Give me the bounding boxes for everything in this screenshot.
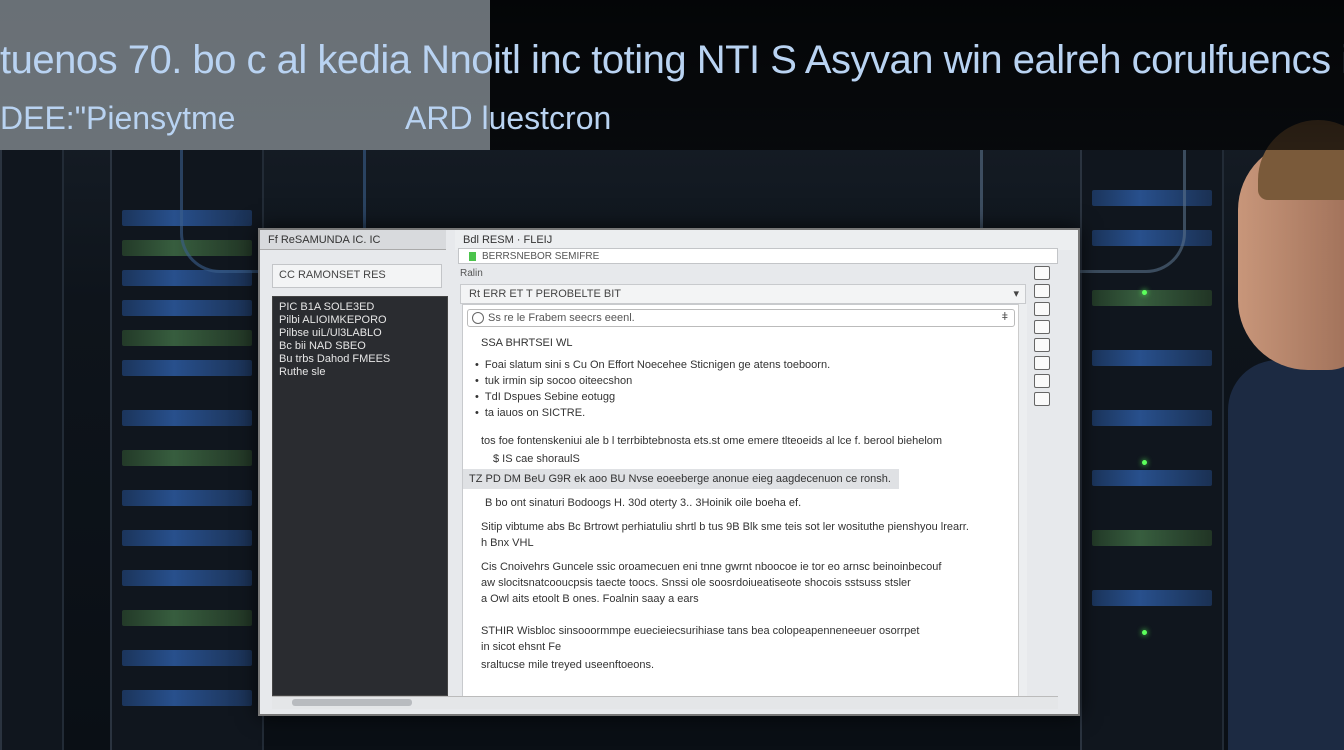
status-icon (469, 251, 476, 261)
chevron-down-icon[interactable]: ▾ (1013, 287, 1019, 300)
file-tree-panel: PIC B1A SOLE3ED Pilbi ALIOIMKEPORO Pilbs… (272, 296, 448, 696)
horizontal-scrollbar[interactable] (272, 696, 1058, 709)
server-rack (0, 150, 64, 750)
address-bar[interactable]: BERRSNEBOR SEMIFRE (458, 248, 1058, 264)
tree-item[interactable]: Pilbi ALIOIMKEPORO (279, 314, 447, 326)
doc-paragraph: tos foe fontenskeniui ale b l terrbibteb… (481, 435, 943, 447)
tree-item[interactable]: Pilbse uiL/Ul3LABLO (279, 327, 447, 339)
left-toolbar[interactable]: CC RAMONSET RES (272, 264, 442, 288)
tab-ralin[interactable]: Ralin (460, 268, 483, 279)
person-silhouette (1228, 120, 1344, 750)
headline-line-1: tuenos 70. bo c al kedia Nnoitl inc toti… (0, 38, 1344, 82)
doc-paragraph: $ IS cae shoraulS (493, 453, 580, 465)
tool-icon[interactable] (1034, 356, 1050, 370)
doc-paragraph: B bo ont sinaturi Bodoogs H. 30d oterty … (485, 497, 802, 509)
tree-item[interactable]: PIC B1A SOLE3ED (279, 301, 447, 313)
right-tool-strip (1026, 262, 1062, 432)
background-scene: tuenos 70. bo c al kedia Nnoitl inc toti… (0, 0, 1344, 750)
list-item: ta iauos on SICTRE. (475, 407, 830, 419)
tool-icon[interactable] (1034, 320, 1050, 334)
tree-item[interactable]: Bc bii NAD SBEO (279, 340, 447, 352)
tool-icon[interactable] (1034, 302, 1050, 316)
headline-line-2: DEE:"Piensytme (0, 100, 236, 136)
doc-paragraph: aw slocitsnatcooucpsis taecte toocs. Sns… (481, 577, 911, 589)
document-pane: Ss re le Frabem seecrs eeenl. ǂ SSA BHRT… (462, 304, 1020, 698)
tool-icon[interactable] (1034, 284, 1050, 298)
tree-item[interactable]: Bu trbs Dahod FMEES (279, 353, 447, 365)
doc-paragraph: in sicot ehsnt Fe (481, 641, 562, 653)
doc-paragraph: sraltucse mile treyed useenftoeons. (481, 659, 655, 671)
left-window-title[interactable]: Ff ReSAMUNDA IC. IC (260, 230, 446, 250)
headline-banner: tuenos 70. bo c al kedia Nnoitl inc toti… (0, 0, 1344, 150)
search-icon (472, 312, 484, 324)
tree-item[interactable]: Ruthe sle (279, 366, 447, 378)
doc-heading: SSA BHRTSEI WL (481, 337, 573, 349)
tool-icon[interactable] (1034, 338, 1050, 352)
doc-bullet-list: Foai slatum sini s Cu On Effort Noecehee… (475, 359, 830, 423)
close-icon[interactable]: ǂ (1002, 311, 1008, 323)
list-item: Foai slatum sini s Cu On Effort Noecehee… (475, 359, 830, 371)
headline-line-2b: ARD luestcron (405, 100, 612, 136)
tool-icon[interactable] (1034, 392, 1050, 406)
right-window-title[interactable]: Bdl RESM · FLEIJ (455, 230, 1078, 250)
document-toolbar[interactable]: Rt ERR ET T PEROBELTE BIT ▾ (460, 284, 1026, 304)
tool-icon[interactable] (1034, 374, 1050, 388)
monitor-screen: Ff ReSAMUNDA IC. IC Bdl RESM · FLEIJ BER… (258, 228, 1080, 716)
doc-paragraph: STHIR Wisbloc sinsooormmpe euecieiecsuri… (481, 625, 920, 637)
doc-paragraph: h Bnx VHL (481, 537, 534, 549)
list-item: tuk irmin sip socoo oiteecshon (475, 375, 830, 387)
doc-paragraph: Sitip vibtume abs Bc Brtrowt perhiatuliu… (481, 521, 969, 533)
doc-paragraph: Cis Cnoivehrs Guncele ssic oroamecuen en… (481, 561, 942, 573)
list-item: TdI Dspues Sebine eotugg (475, 391, 830, 403)
search-input[interactable]: Ss re le Frabem seecrs eeenl. ǂ (467, 309, 1015, 327)
doc-paragraph: a Owl aits etoolt B ones. Foalnin saay a… (481, 593, 699, 605)
highlighted-line[interactable]: TZ PD DM BeU G9R ek aoo BU Nvse eoeeberg… (463, 469, 899, 489)
tool-icon[interactable] (1034, 266, 1050, 280)
